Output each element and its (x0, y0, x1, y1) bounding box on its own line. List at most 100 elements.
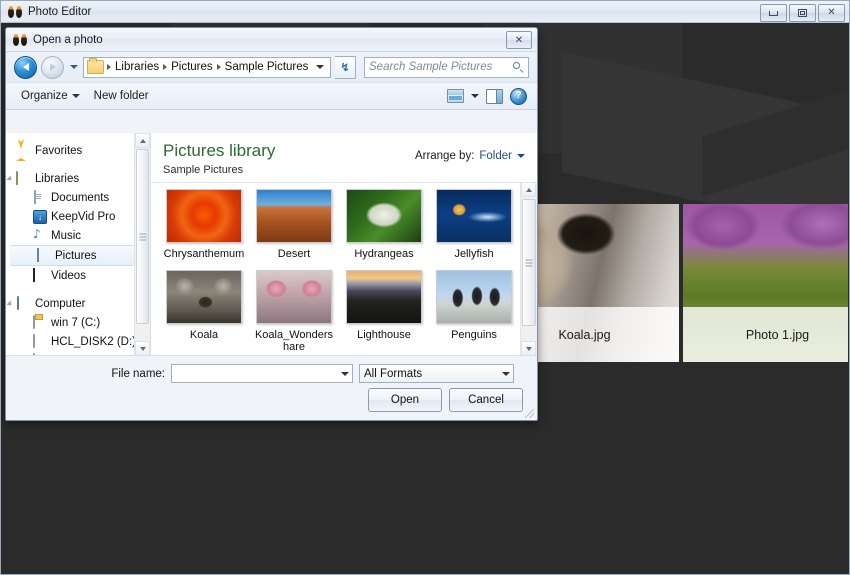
sidebar-item-label: Videos (51, 269, 86, 282)
folder-icon (87, 58, 104, 74)
scroll-up-button[interactable] (521, 182, 536, 197)
dialog-close-button[interactable]: ✕ (506, 31, 532, 49)
sidebar-item-libraries[interactable]: Libraries (6, 169, 134, 188)
scrollbar-grip (139, 233, 146, 240)
sidebar-item-pictures[interactable]: Pictures (10, 245, 134, 266)
filename-input[interactable] (172, 365, 337, 382)
sidebar-item-videos[interactable]: Videos (6, 266, 134, 285)
sidebar-item-label: Music (51, 229, 82, 242)
sidebar-item-hcl-disk2-d[interactable]: HCL_DISK2 (D:) (6, 332, 134, 351)
library-icon (16, 171, 30, 185)
scroll-down-button[interactable] (135, 341, 150, 356)
expand-twisty-icon[interactable] (6, 174, 14, 183)
file-item-lighthouse[interactable]: Lighthouse (339, 269, 429, 354)
search-box[interactable]: Search Sample Pictures (364, 56, 529, 78)
file-item-desert[interactable]: Desert (249, 189, 339, 261)
thumbnail-image (166, 269, 242, 324)
chevron-right-icon (216, 64, 221, 70)
breadcrumb-address-bar[interactable]: Libraries Pictures Sample Pictures (83, 56, 331, 78)
file-item-koala[interactable]: Koala (159, 269, 249, 354)
navigation-pane: Favorites Libraries Documents ↓ KeepVid … (6, 133, 134, 356)
sidebar-item-music[interactable]: ♪ Music (6, 226, 134, 245)
filename-combobox[interactable] (171, 364, 353, 383)
thumbnail-image (436, 269, 512, 324)
file-format-value: All Formats (364, 367, 423, 380)
breadcrumb-libraries[interactable]: Libraries (112, 61, 162, 73)
minimize-button[interactable] (760, 4, 787, 22)
sidebar-item-computer[interactable]: Computer (6, 294, 134, 313)
sidebar-item-documents[interactable]: Documents (6, 188, 134, 207)
arrange-by-control[interactable]: Arrange by: Folder (415, 142, 525, 162)
filename-dropdown-button[interactable] (337, 365, 352, 382)
file-name-label: Koala (189, 328, 219, 341)
scroll-up-button[interactable] (135, 133, 150, 148)
file-name-label: Koala_Wondershare (254, 328, 334, 354)
thumbnail-row: Chrysanthemum Desert Hydrangeas Jellyfis… (159, 189, 521, 270)
open-button[interactable]: Open (368, 388, 442, 412)
file-item-jellyfish[interactable]: Jellyfish (429, 189, 519, 261)
breadcrumb-sample-pictures[interactable]: Sample Pictures (222, 61, 312, 73)
refresh-button[interactable]: ↯ (335, 55, 356, 79)
dialog-body: Favorites Libraries Documents ↓ KeepVid … (6, 133, 537, 356)
triangle-down-icon (525, 346, 532, 351)
file-list-scrollbar[interactable] (520, 182, 537, 356)
dialog-title-bar: Open a photo ✕ (6, 28, 537, 52)
breadcrumb-pictures[interactable]: Pictures (168, 61, 216, 73)
sidebar-item-win7-c[interactable]: win 7 (C:) (6, 313, 134, 332)
maximize-button[interactable] (789, 4, 816, 22)
file-item-chrysanthemum[interactable]: Chrysanthemum (159, 189, 249, 261)
sidebar-item-label: HCL_DISK2 (D:) (51, 335, 134, 348)
search-input[interactable]: Search Sample Pictures (369, 61, 513, 73)
forward-button[interactable] (41, 55, 64, 79)
scrollbar-thumb[interactable] (136, 149, 149, 324)
thumbnail-image (256, 189, 332, 243)
sidebar-item-label: KeepVid Pro (51, 210, 116, 223)
filename-row: File name: All Formats (6, 364, 537, 383)
scrollbar-thumb[interactable] (522, 199, 536, 326)
preview-pane-icon[interactable] (486, 88, 503, 104)
sidebar-item-keepvid-pro[interactable]: ↓ KeepVid Pro (6, 207, 134, 226)
sidebar-item-label: Documents (51, 191, 110, 204)
expand-twisty-icon[interactable] (6, 299, 14, 308)
recent-locations-button[interactable] (68, 57, 79, 78)
toolbar-right-group: ? (447, 87, 529, 105)
sidebar-item-label: win 7 (C:) (51, 316, 101, 329)
breadcrumb-dropdown-button[interactable] (313, 65, 327, 69)
navigation-pane-scrollbar[interactable] (134, 133, 150, 356)
documents-icon (32, 190, 46, 204)
close-button[interactable]: ✕ (818, 4, 845, 22)
thumbnail-image (256, 269, 332, 324)
file-item-koala-wondershare[interactable]: Koala_Wondershare (249, 269, 339, 354)
help-icon[interactable]: ? (510, 87, 527, 105)
chevron-down-icon[interactable] (471, 94, 479, 98)
masks-icon (13, 33, 27, 46)
file-format-combobox[interactable]: All Formats (359, 364, 514, 383)
new-folder-button[interactable]: New folder (87, 88, 156, 104)
sidebar-item-label: Libraries (35, 172, 80, 185)
dialog-toolbar: Organize New folder ? (6, 82, 537, 110)
file-name-label: Hydrangeas (354, 248, 414, 260)
file-name-label: Penguins (451, 328, 497, 341)
back-button[interactable] (14, 55, 37, 79)
view-layout-icon[interactable] (447, 89, 464, 103)
resize-grip[interactable] (525, 409, 534, 418)
star-icon (16, 144, 30, 161)
library-heading-block: Pictures library Sample Pictures (163, 141, 275, 175)
file-item-hydrangeas[interactable]: Hydrangeas (339, 189, 429, 261)
photo-item[interactable]: Photo 1.jpg (683, 204, 848, 362)
thumbnail-image (166, 189, 242, 243)
cancel-button[interactable]: Cancel (449, 388, 523, 412)
arrange-by-label: Arrange by: (414, 150, 475, 162)
format-dropdown-button[interactable] (498, 365, 513, 382)
computer-icon (16, 296, 30, 310)
organize-menu-button[interactable]: Organize (14, 88, 87, 104)
photo-label: Photo 1.jpg (683, 307, 848, 362)
back-arrow-icon (22, 63, 29, 71)
scroll-down-button[interactable] (521, 341, 536, 356)
file-item-penguins[interactable]: Penguins (429, 269, 519, 354)
arrange-by-value[interactable]: Folder (479, 150, 512, 162)
maximize-icon (798, 9, 807, 17)
scrollbar-grip (525, 259, 533, 266)
sidebar-item-favorites[interactable]: Favorites (6, 141, 134, 161)
thumbnail-image (346, 269, 422, 324)
